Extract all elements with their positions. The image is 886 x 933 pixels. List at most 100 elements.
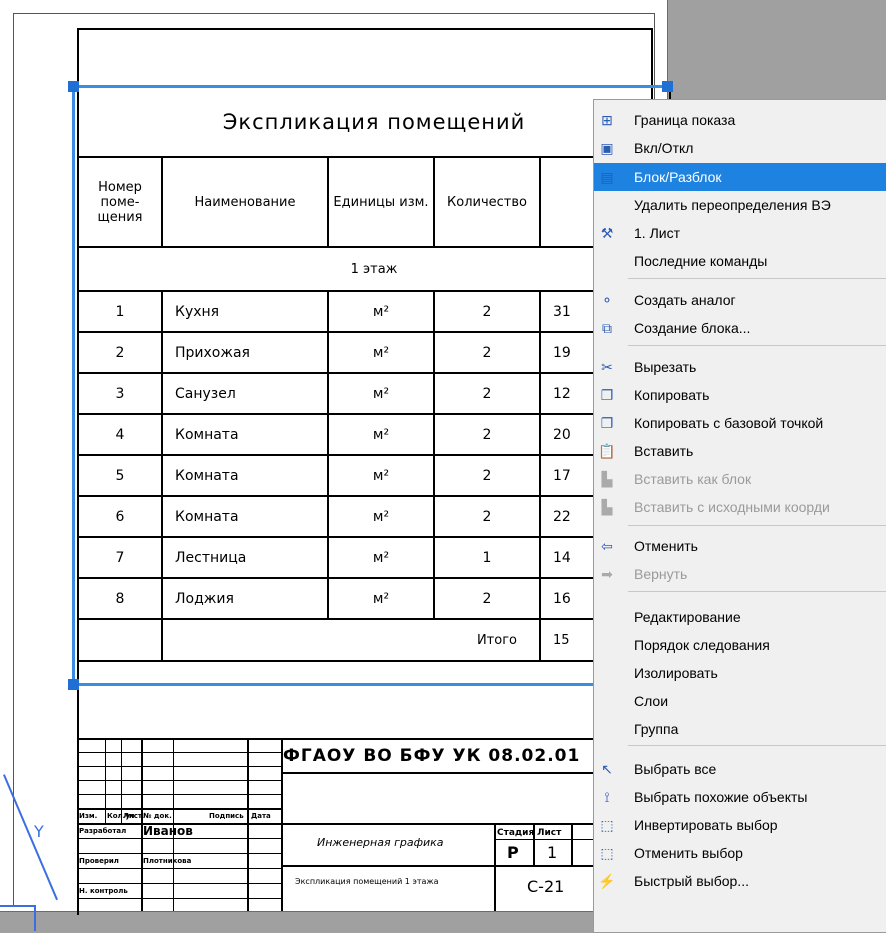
menu-item-17[interactable]: Порядок следования — [594, 631, 886, 659]
grip-bottom-left[interactable] — [68, 679, 79, 690]
stamp-code: ФГАОУ ВО БФУ УК 08.02.01 — [283, 746, 581, 766]
cell-num: 6 — [77, 495, 163, 538]
menu-item-0[interactable]: ⊞ Граница показа — [594, 106, 886, 134]
menu-separator — [628, 591, 886, 592]
menu-item-19[interactable]: Слои — [594, 687, 886, 715]
menu-item-label: Отменить — [634, 538, 698, 554]
menu-item-8[interactable]: ✂ Вырезать — [594, 353, 886, 381]
total-label: Итого — [161, 618, 541, 662]
cell-num: 4 — [77, 413, 163, 456]
menu-item-7[interactable]: ⧉ Создание блока... — [594, 314, 886, 342]
table-row: 7 Лестница м² 1 14 — [77, 536, 671, 579]
selection-bottom-edge — [72, 683, 668, 686]
menu-item-21[interactable]: ↖ Выбрать все — [594, 755, 886, 783]
cell-name: Лестница — [161, 536, 329, 579]
room-explication-table[interactable]: Экспликация помещений Номер поме-щения Н… — [77, 88, 671, 662]
menu-item-11[interactable]: 📋 Вставить — [594, 437, 886, 465]
menu-item-18[interactable]: Изолировать — [594, 659, 886, 687]
menu-item-24[interactable]: ⬚ Отменить выбор — [594, 839, 886, 867]
cell-num: 5 — [77, 454, 163, 497]
cell-num: 7 — [77, 536, 163, 579]
menu-item-label: Вставить с исходными коорди — [634, 499, 830, 515]
cell-name: Санузел — [161, 372, 329, 415]
menu-item-label: Блок/Разблок — [634, 169, 722, 185]
floor-label: 1 этаж — [77, 246, 671, 292]
cell-qty: 2 — [433, 372, 541, 415]
quick-select-icon: ⚡ — [598, 873, 616, 889]
selection-left-edge — [72, 85, 75, 686]
context-menu[interactable]: ⊞ Граница показа ▣ Вкл/Откл ▤ Блок/Разблок Уда… — [593, 99, 886, 933]
menu-item-12: ▙ Вставить как блок — [594, 465, 886, 493]
header-name: Наименование — [161, 156, 329, 248]
menu-item-14[interactable]: ⇦ Отменить — [594, 532, 886, 560]
grip-top-left[interactable] — [68, 81, 79, 92]
menu-item-4[interactable]: ⚒ 1. Лист — [594, 219, 886, 247]
stamp-sheet-value: 1 — [547, 843, 558, 862]
cell-num: 2 — [77, 331, 163, 374]
menu-separator — [628, 345, 886, 346]
select-similar-icon: ⟟ — [604, 789, 610, 805]
cell-qty: 2 — [433, 331, 541, 374]
cell-unit: м² — [327, 577, 435, 620]
menu-item-5[interactable]: Последние команды — [594, 247, 886, 275]
menu-item-3[interactable]: Удалить переопределения ВЭ — [594, 191, 886, 219]
menu-item-label: Слои — [634, 693, 669, 709]
grip-top-right[interactable] — [662, 81, 673, 92]
stamp-col-list: Лист — [123, 812, 142, 820]
cell-unit: м² — [327, 536, 435, 579]
menu-item-label: Редактирование — [634, 609, 741, 625]
paste-block-icon: ▙ — [601, 471, 613, 487]
header-number: Номер поме-щения — [77, 156, 163, 248]
undo-icon: ⇦ — [601, 538, 613, 554]
menu-item-2[interactable]: ▤ Блок/Разблок — [594, 163, 886, 191]
menu-item-label: Порядок следования — [634, 637, 770, 653]
repeat-command-icon: ⚒ — [600, 225, 614, 241]
menu-item-label: Отменить выбор — [634, 845, 743, 861]
menu-item-25[interactable]: ⚡ Быстрый выбор... — [594, 867, 886, 895]
cell-num: 8 — [77, 577, 163, 620]
menu-item-9[interactable]: ❐ Копировать — [594, 381, 886, 409]
table-row: 8 Лоджия м² 2 16 — [77, 577, 671, 620]
cell-qty: 2 — [433, 495, 541, 538]
menu-item-label: Инвертировать выбор — [634, 817, 778, 833]
cell-name: Кухня — [161, 290, 329, 333]
deselect-icon: ⬚ — [600, 845, 614, 861]
stamp-norm-label: Н. контроль — [79, 887, 128, 895]
menu-item-6[interactable]: ⚬ Создать аналог — [594, 286, 886, 314]
select-all-icon: ↖ — [601, 761, 613, 777]
menu-item-label: Вырезать — [634, 359, 697, 375]
stamp-checked-name: Плотникова — [143, 857, 192, 865]
menu-item-20[interactable]: Группа — [594, 715, 886, 743]
menu-item-label: Выбрать похожие объекты — [634, 789, 808, 805]
cell-name: Комната — [161, 454, 329, 497]
toggle-icon: ▣ — [600, 140, 614, 156]
selection-top-edge — [72, 85, 668, 88]
stamp-subject: Инженерная графика — [317, 836, 444, 849]
menu-item-1[interactable]: ▣ Вкл/Откл — [594, 134, 886, 162]
menu-item-label: 1. Лист — [634, 225, 680, 241]
table-row: 2 Прихожая м² 2 19 — [77, 331, 671, 374]
total-empty — [77, 618, 163, 662]
stamp-checked-label: Проверил — [79, 857, 119, 865]
stamp-doc-title: Экспликация помещений 1 этажа — [295, 877, 439, 886]
copy-base-icon: ❐ — [600, 415, 614, 431]
menu-item-label: Вернуть — [634, 566, 688, 582]
cell-name: Комната — [161, 413, 329, 456]
menu-item-16[interactable]: Редактирование — [594, 603, 886, 631]
table-row: 6 Комната м² 2 22 — [77, 495, 671, 538]
menu-item-label: Вставить — [634, 443, 694, 459]
stamp-stage-label: Стадия — [497, 828, 535, 838]
cell-num: 1 — [77, 290, 163, 333]
menu-item-10[interactable]: ❐ Копировать с базовой точкой — [594, 409, 886, 437]
header-quantity: Количество — [433, 156, 541, 248]
menu-separator — [628, 525, 886, 526]
menu-item-13: ▙ Вставить с исходными коорди — [594, 493, 886, 521]
block-icon: ▤ — [600, 169, 614, 185]
menu-item-label: Копировать с базовой точкой — [634, 415, 824, 431]
cell-unit: м² — [327, 372, 435, 415]
menu-item-22[interactable]: ⟟ Выбрать похожие объекты — [594, 783, 886, 811]
menu-item-23[interactable]: ⬚ Инвертировать выбор — [594, 811, 886, 839]
create-similar-icon: ⚬ — [601, 292, 613, 308]
menu-item-label: Последние команды — [634, 253, 768, 269]
title-block-stamp: ФГАОУ ВО БФУ УК 08.02.01 Изм. Кол.уч Лис… — [77, 738, 667, 911]
